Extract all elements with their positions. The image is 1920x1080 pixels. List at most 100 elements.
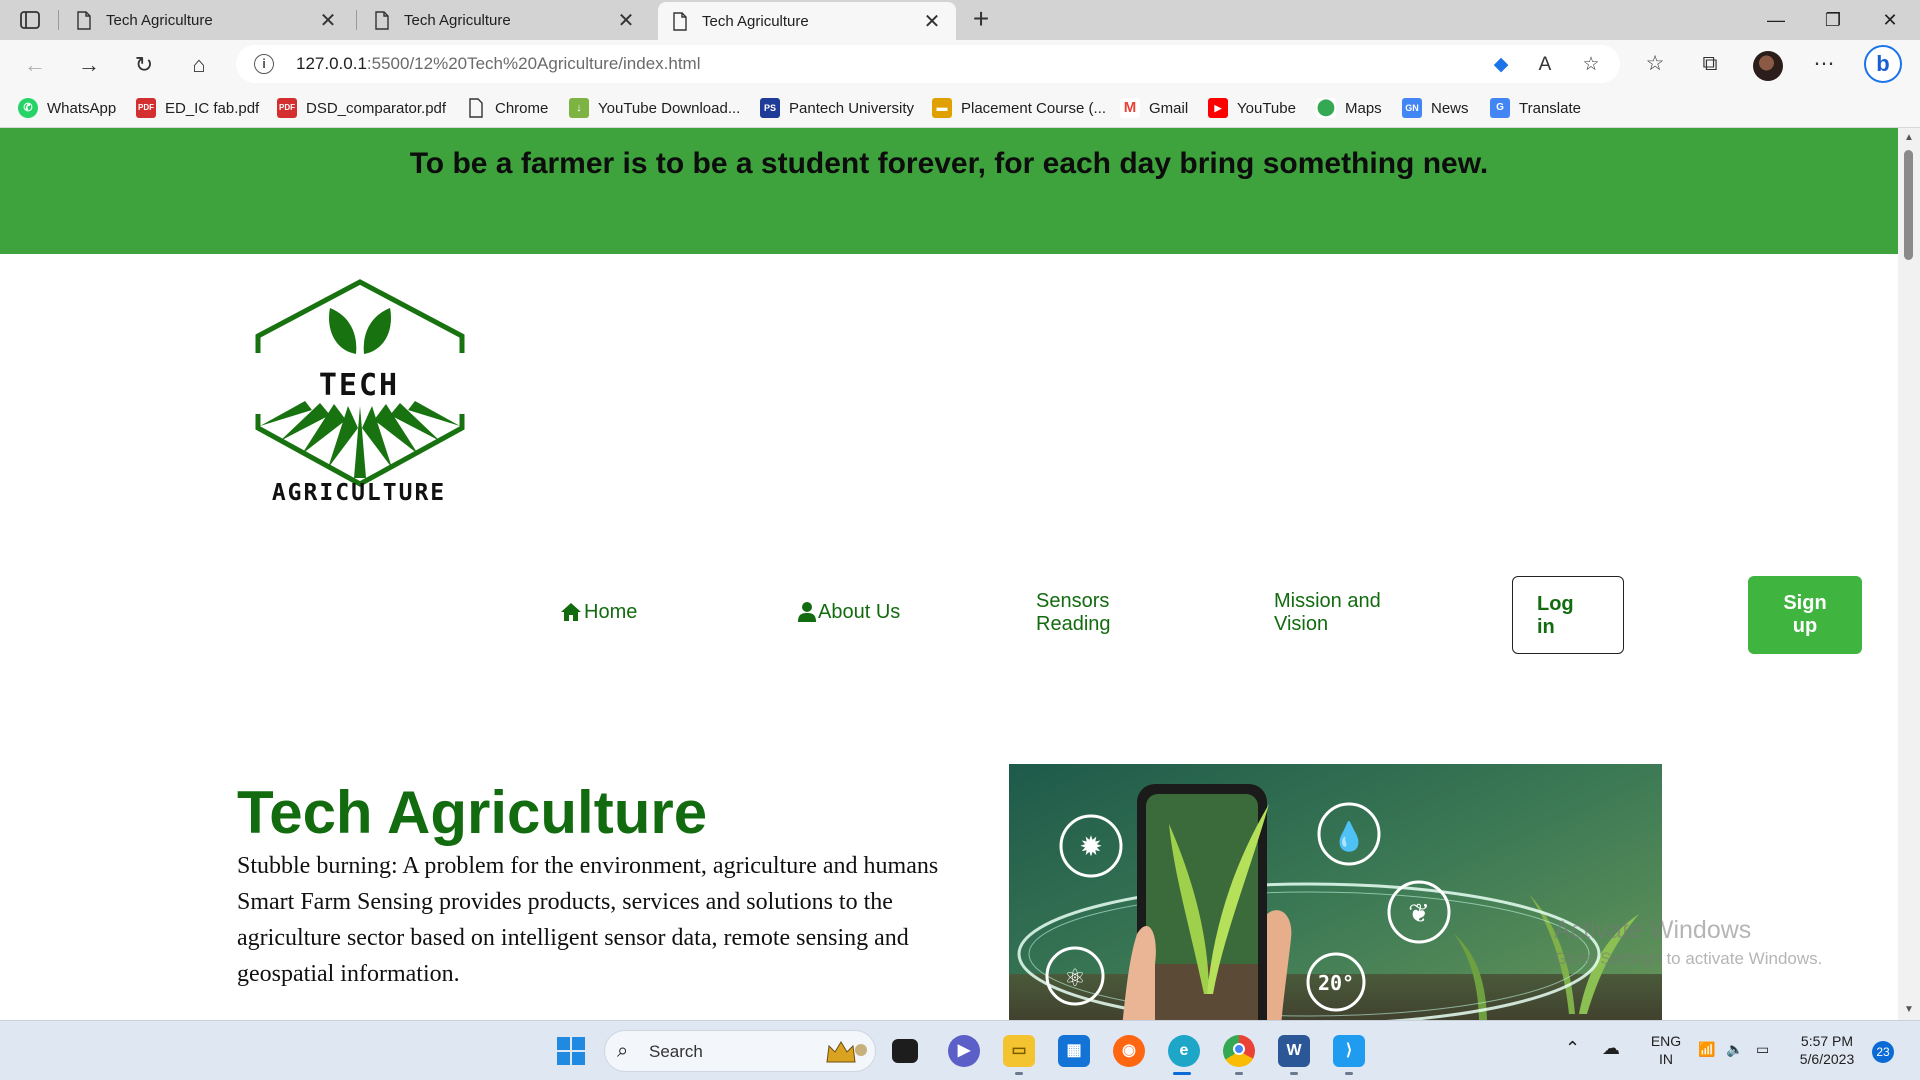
taskbar-search[interactable]: ⌕ Search xyxy=(604,1030,876,1072)
language-indicator[interactable]: ENG IN xyxy=(1648,1032,1684,1068)
battery-icon[interactable]: ▭ xyxy=(1756,1040,1769,1058)
more-menu-icon[interactable]: ⋯ xyxy=(1810,50,1838,78)
scroll-up-icon[interactable]: ▲ xyxy=(1903,132,1915,143)
browser-tab-active[interactable]: Tech Agriculture ✕ xyxy=(658,2,956,40)
login-button[interactable]: Log in xyxy=(1512,576,1624,654)
news-icon: GN xyxy=(1402,98,1422,118)
close-tab-icon[interactable]: ✕ xyxy=(318,8,338,33)
vscode-icon[interactable]: ⟩ xyxy=(1333,1035,1365,1067)
refresh-icon[interactable]: ↻ xyxy=(127,48,161,82)
region-text: IN xyxy=(1659,1051,1673,1067)
image-temperature-label: 20° xyxy=(1318,971,1354,995)
hero-paragraph: Smart Farm Sensing provides products, se… xyxy=(237,889,909,987)
tab-actions-icon[interactable] xyxy=(18,8,42,32)
bookmark-label: Chrome xyxy=(495,99,549,117)
minimize-icon[interactable]: — xyxy=(1748,0,1804,40)
notification-badge[interactable]: 23 xyxy=(1872,1041,1894,1063)
site-logo[interactable]: TECH AGRICULTURE xyxy=(250,278,468,510)
youtube-icon: ▶ xyxy=(1208,98,1228,118)
page-icon xyxy=(673,11,687,31)
file-explorer-icon[interactable]: ▭ xyxy=(1003,1035,1035,1067)
quote-text: To be a farmer is to be a student foreve… xyxy=(409,147,1489,180)
windows-taskbar: ⌕ Search ▶ ▭ ▦ ◉ e W ⟩ ⌃ ☁ ENG IN 📶 🔈 ▭ … xyxy=(0,1020,1920,1080)
logo-tech-text: TECH xyxy=(318,368,400,403)
hero-title: Tech Agriculture xyxy=(237,779,708,846)
bookmark-label: Pantech University xyxy=(789,99,915,117)
onedrive-icon[interactable]: ☁ xyxy=(1602,1039,1620,1057)
bookmark-placement-course[interactable]: ▬ Placement Course (... xyxy=(932,97,1106,119)
bookmark-chrome[interactable]: Chrome xyxy=(466,97,548,119)
url-host: 127.0.0.1 xyxy=(296,54,367,73)
collections-icon[interactable]: ⧉ xyxy=(1696,50,1724,78)
translate-icon: G xyxy=(1490,98,1510,118)
start-icon[interactable] xyxy=(556,1036,586,1066)
edge-icon[interactable]: e xyxy=(1168,1035,1200,1067)
chrome-icon[interactable] xyxy=(1223,1035,1255,1067)
clock[interactable]: 5:57 PM 5/6/2023 xyxy=(1790,1032,1864,1068)
quote-banner: To be a farmer is to be a student foreve… xyxy=(0,128,1898,254)
hero-text: Stubble burning: A problem for the envir… xyxy=(237,848,967,992)
bookmark-whatsapp[interactable]: ✆ WhatsApp xyxy=(18,97,116,119)
browser-tab[interactable]: Tech Agriculture ✕ xyxy=(360,0,650,40)
profile-avatar[interactable] xyxy=(1753,51,1783,81)
chat-icon[interactable]: ▶ xyxy=(948,1035,980,1067)
back-icon[interactable]: ← xyxy=(18,48,52,82)
time-text: 5:57 PM xyxy=(1800,1033,1854,1049)
bookmark-pantech[interactable]: PS Pantech University xyxy=(760,97,914,119)
url-text[interactable]: 127.0.0.1:5500/12%20Tech%20Agriculture/i… xyxy=(296,54,701,74)
tab-title: Tech Agriculture xyxy=(702,12,809,30)
read-aloud-icon[interactable]: A xyxy=(1534,54,1556,76)
close-tab-icon[interactable]: ✕ xyxy=(922,9,942,34)
bookmark-news[interactable]: GN News xyxy=(1402,97,1469,119)
bookmark-youtube-download[interactable]: ↓ YouTube Download... xyxy=(569,97,740,119)
microsoft-store-icon[interactable]: ▦ xyxy=(1058,1035,1090,1067)
bookmark-translate[interactable]: G Translate xyxy=(1490,97,1581,119)
scrollbar-thumb[interactable] xyxy=(1904,150,1913,260)
bookmark-youtube[interactable]: ▶ YouTube xyxy=(1208,97,1296,119)
nav-home-label: Home xyxy=(584,601,638,623)
signup-label: Sign up xyxy=(1783,592,1827,637)
bookmarks-bar: ✆ WhatsApp PDF ED_IC fab.pdf PDF DSD_com… xyxy=(0,88,1920,128)
watermark-line1: Activate Windows xyxy=(1554,916,1752,944)
add-favorite-icon[interactable]: ☆ xyxy=(1580,54,1602,76)
nav-sensors-link[interactable]: Sensors Reading xyxy=(1036,590,1146,636)
close-window-icon[interactable]: ✕ xyxy=(1862,0,1918,40)
restore-icon[interactable]: ❐ xyxy=(1805,0,1861,40)
home-icon[interactable]: ⌂ xyxy=(182,48,216,82)
favorites-icon[interactable]: ☆ xyxy=(1641,50,1669,78)
bookmark-label: YouTube Download... xyxy=(598,99,741,117)
forward-icon[interactable]: → xyxy=(72,48,106,82)
bookmark-ed-ic-pdf[interactable]: PDF ED_IC fab.pdf xyxy=(136,97,259,119)
address-bar[interactable]: i 127.0.0.1:5500/12%20Tech%20Agriculture… xyxy=(236,45,1620,83)
logo-agriculture-text: AGRICULTURE xyxy=(271,480,447,506)
bookmark-gmail[interactable]: M Gmail xyxy=(1120,97,1188,119)
scroll-down-icon[interactable]: ▼ xyxy=(1903,1004,1915,1015)
close-tab-icon[interactable]: ✕ xyxy=(616,8,636,33)
bookmark-maps[interactable]: ⬤ Maps xyxy=(1316,97,1382,119)
bookmark-label: ED_IC fab.pdf xyxy=(165,99,260,117)
volume-icon[interactable]: 🔈 xyxy=(1726,1040,1743,1058)
nav-about-link[interactable]: About Us xyxy=(798,601,900,624)
wifi-icon[interactable]: 📶 xyxy=(1698,1040,1715,1058)
bookmark-dsd-pdf[interactable]: PDF DSD_comparator.pdf xyxy=(277,97,446,119)
show-hidden-icons-icon[interactable]: ⌃ xyxy=(1565,1039,1580,1057)
word-icon[interactable]: W xyxy=(1278,1035,1310,1067)
date-text: 5/6/2023 xyxy=(1799,1051,1855,1067)
hero-paragraph: Stubble burning: A problem for the envir… xyxy=(237,853,939,879)
page-scrollbar[interactable]: ▲ ▼ xyxy=(1898,128,1920,1020)
user-icon xyxy=(798,602,816,622)
firefox-icon[interactable]: ◉ xyxy=(1113,1035,1145,1067)
task-view-icon[interactable] xyxy=(892,1039,918,1063)
site-info-icon[interactable]: i xyxy=(254,54,274,74)
lang-text: ENG xyxy=(1650,1033,1682,1049)
page-icon xyxy=(375,10,389,30)
nav-mission-link[interactable]: Mission and Vision xyxy=(1274,590,1399,636)
signup-button[interactable]: Sign up xyxy=(1748,576,1862,654)
watermark-line2: Go to Settings to activate Windows. xyxy=(1554,949,1823,968)
new-tab-icon[interactable]: + xyxy=(965,4,997,36)
shopping-tag-icon[interactable]: ◆ xyxy=(1490,54,1512,76)
page-icon xyxy=(77,10,91,30)
browser-tab[interactable]: Tech Agriculture ✕ xyxy=(62,0,352,40)
bing-chat-icon[interactable]: b xyxy=(1864,45,1902,83)
nav-home-link[interactable]: Home xyxy=(560,601,637,624)
